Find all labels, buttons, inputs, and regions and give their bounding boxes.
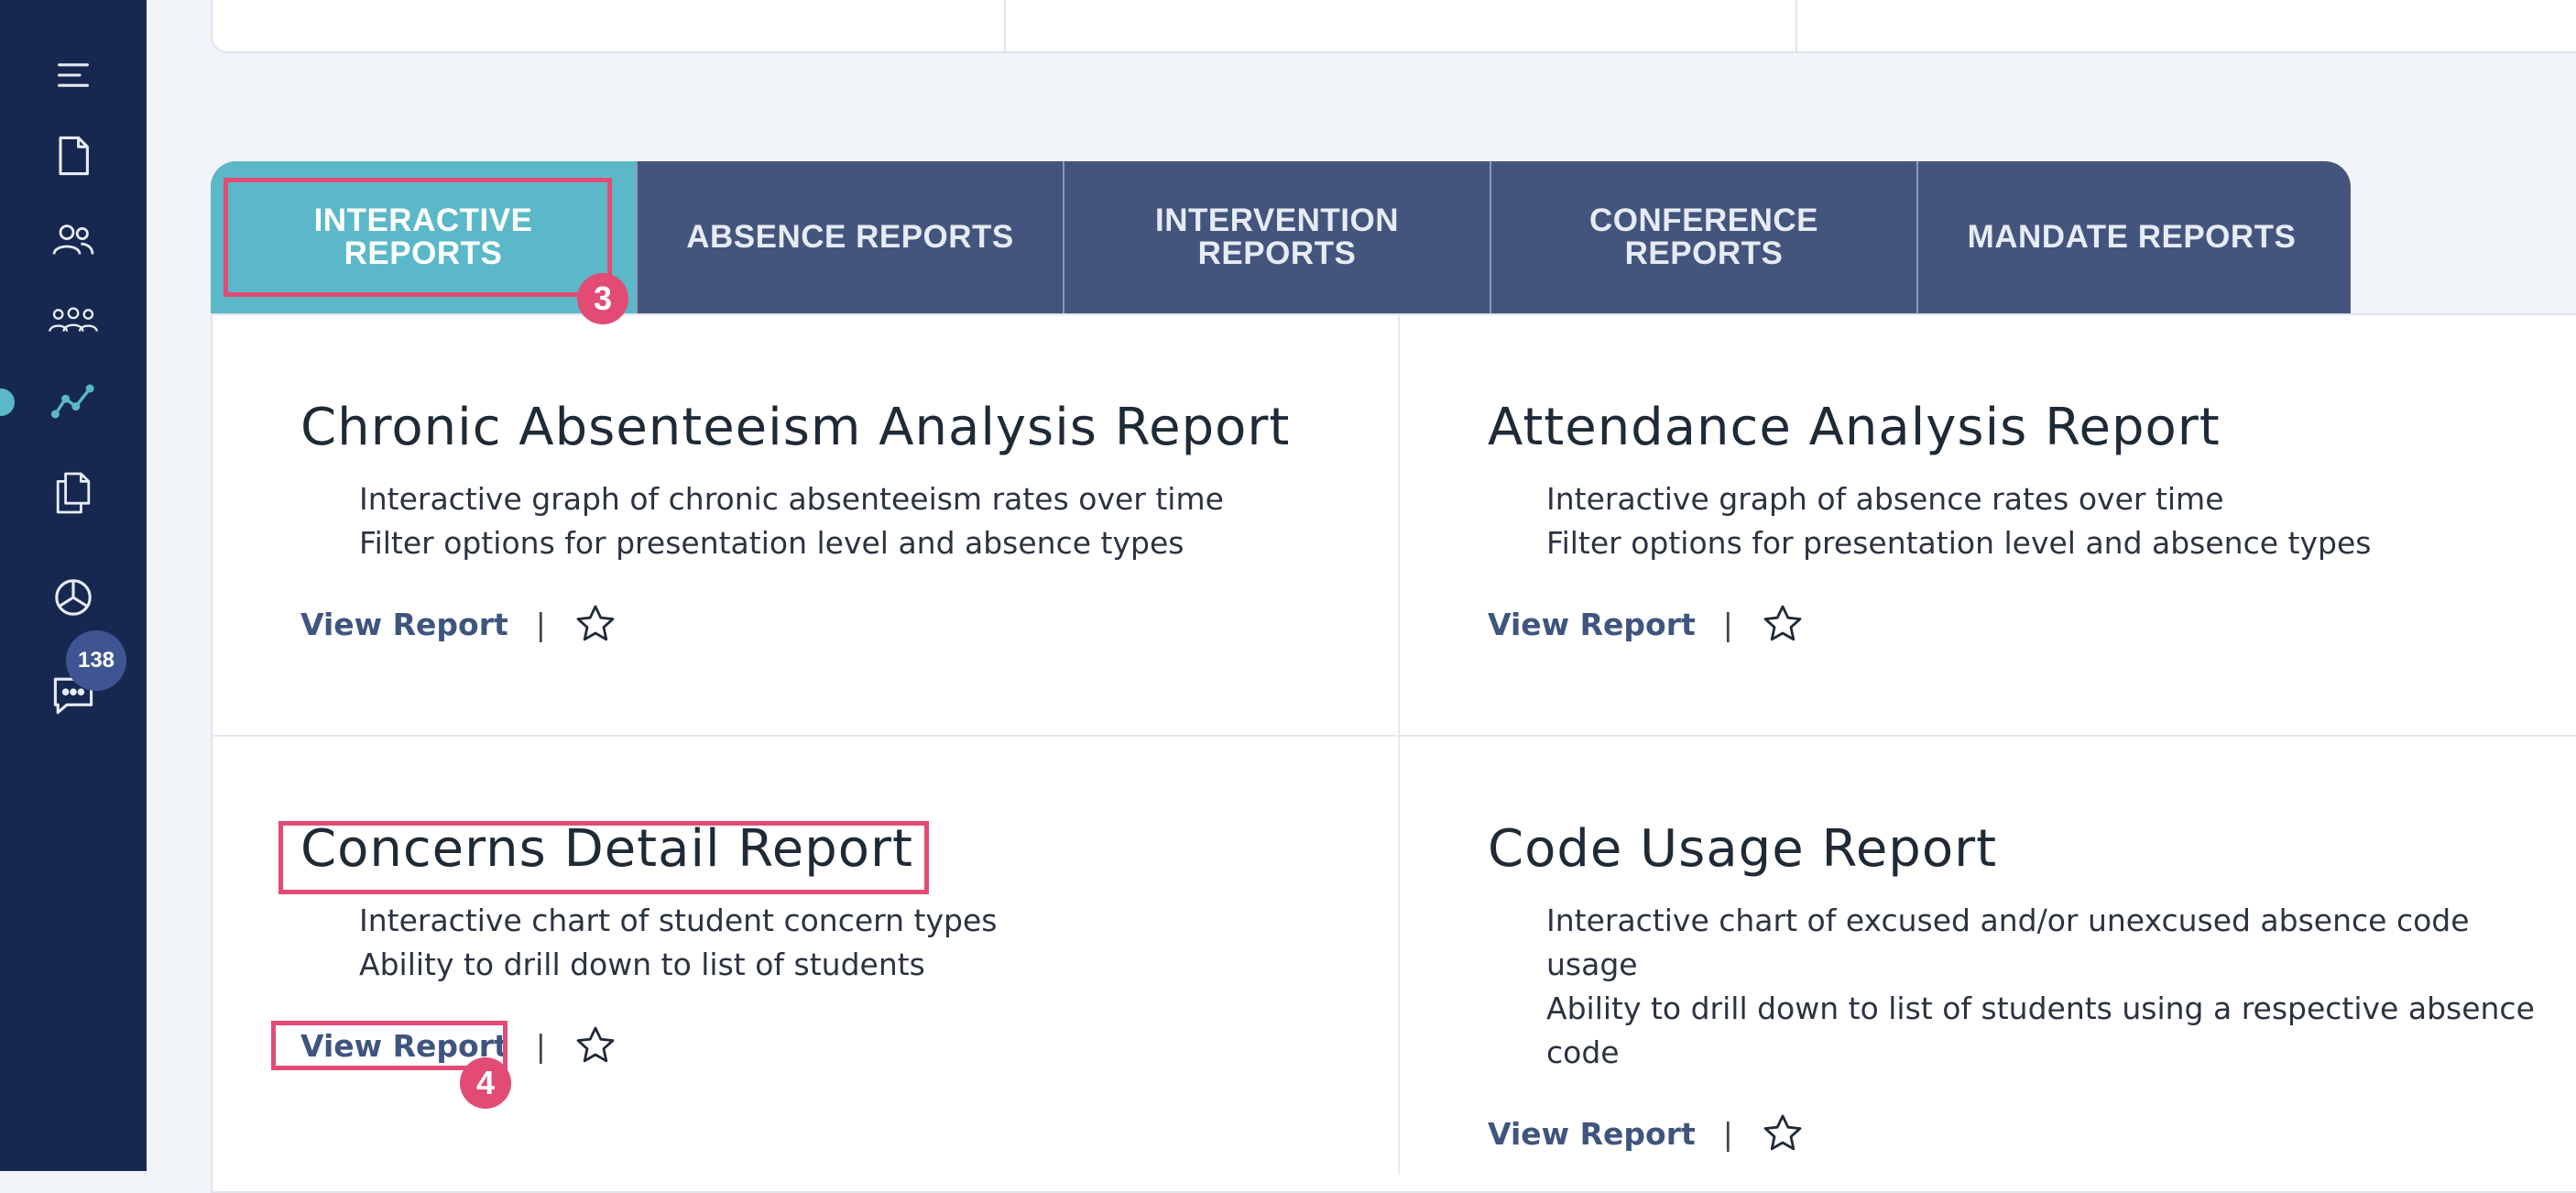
view-report-link[interactable]: View Report xyxy=(300,607,508,642)
report-actions: View Report | xyxy=(1488,1111,2541,1155)
tab-absence-reports[interactable]: ABSENCE REPORTS xyxy=(638,161,1064,313)
top-summary-card xyxy=(211,0,2576,53)
report-card-attendance-analysis: Attendance Analysis Report Interactive g… xyxy=(1488,398,2371,646)
report-actions: View Report | xyxy=(1488,602,2371,646)
highlight-box-tab xyxy=(224,178,612,297)
sidebar: 138 xyxy=(0,0,147,1171)
report-description-line: Interactive graph of chronic absenteeism… xyxy=(359,481,1224,517)
tab-conference-reports[interactable]: CONFERENCE REPORTS xyxy=(1491,161,1918,313)
report-card-code-usage: Code Usage Report Interactive chart of e… xyxy=(1488,819,2541,1155)
column-divider xyxy=(1398,313,1400,1175)
users-icon[interactable] xyxy=(37,203,110,277)
report-description: Interactive chart of student concern typ… xyxy=(300,899,997,987)
copy-documents-icon[interactable] xyxy=(37,456,110,530)
chat-badge: 138 xyxy=(66,630,126,691)
report-description-line: Filter options for presentation level an… xyxy=(1546,525,2372,561)
group-icon[interactable] xyxy=(37,284,110,357)
favorite-star-icon[interactable] xyxy=(573,1023,617,1067)
report-description-line: Interactive chart of student concern typ… xyxy=(359,903,998,938)
separator: | xyxy=(1722,1115,1733,1152)
report-title: Chronic Absenteeism Analysis Report xyxy=(300,398,1291,457)
report-description-line: Ability to drill down to list of student… xyxy=(1546,991,2535,1070)
report-description-line: Filter options for presentation level an… xyxy=(359,525,1184,561)
report-title: Attendance Analysis Report xyxy=(1488,398,2221,457)
report-description: Interactive graph of chronic absenteeism… xyxy=(300,477,1290,565)
favorite-star-icon[interactable] xyxy=(1761,1111,1805,1155)
menu-icon[interactable] xyxy=(37,38,110,112)
favorite-star-icon[interactable] xyxy=(1761,602,1805,646)
report-description-line: Ability to drill down to list of student… xyxy=(359,947,925,982)
separator: | xyxy=(535,1027,546,1064)
highlight-box-title xyxy=(278,821,929,894)
pie-chart-icon[interactable] xyxy=(37,561,110,634)
separator: | xyxy=(535,606,546,642)
report-actions: View Report | xyxy=(300,602,1290,646)
view-report-link[interactable]: View Report xyxy=(1488,1116,1696,1152)
step-badge-3: 3 xyxy=(577,273,628,324)
report-description-line: Interactive graph of absence rates over … xyxy=(1546,481,2224,517)
report-description: Interactive chart of excused and/or unex… xyxy=(1488,899,2541,1075)
report-title: Code Usage Report xyxy=(1488,819,1998,879)
tab-intervention-reports[interactable]: INTERVENTION REPORTS xyxy=(1064,161,1491,313)
analytics-icon[interactable] xyxy=(37,365,110,438)
active-indicator xyxy=(0,389,15,416)
report-description: Interactive graph of absence rates over … xyxy=(1488,477,2371,565)
tab-mandate-reports[interactable]: MANDATE REPORTS xyxy=(1918,161,2345,313)
view-report-link[interactable]: View Report xyxy=(1488,607,1696,642)
report-card-chronic-absenteeism: Chronic Absenteeism Analysis Report Inte… xyxy=(300,398,1290,646)
step-badge-4: 4 xyxy=(460,1057,511,1109)
separator: | xyxy=(1722,606,1733,642)
document-icon[interactable] xyxy=(37,119,110,192)
row-divider xyxy=(211,735,2576,737)
report-description-line: Interactive chart of excused and/or unex… xyxy=(1546,903,2470,982)
favorite-star-icon[interactable] xyxy=(573,602,617,646)
